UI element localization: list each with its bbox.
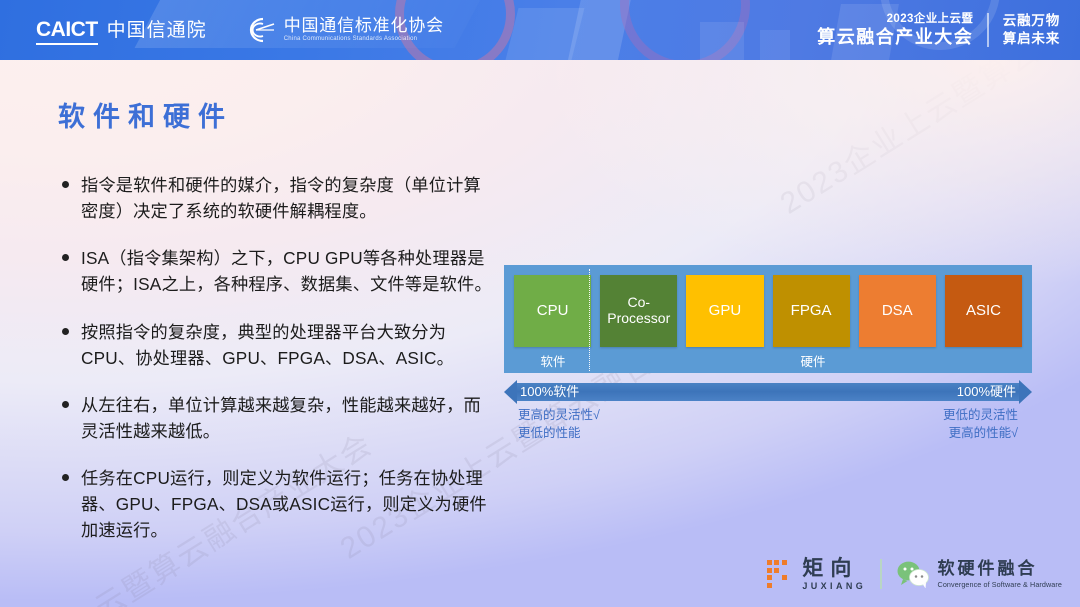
conference-title: 算云融合产业大会 xyxy=(817,26,974,47)
processor-box-cpu: CPU xyxy=(514,275,592,347)
bullet-dot-icon xyxy=(62,181,69,188)
arrow-right-tip-icon xyxy=(1019,380,1032,404)
processor-label: ASIC xyxy=(965,301,1001,319)
bullet-text: 任务在CPU运行，则定义为软件运行；任务在协处理器、GPU、FPGA、DSA或A… xyxy=(81,468,487,541)
juxiang-name-en: JUXIANG xyxy=(802,580,867,591)
list-item: 从左往右，单位计算越来越复杂，性能越来越好，而灵活性越来越低。 xyxy=(62,392,494,444)
bullet-text: 指令是软件和硬件的媒介，指令的复杂度（单位计算密度）决定了系统的软硬件解耦程度。 xyxy=(81,175,481,222)
slide-canvas: 2023企业上云暨算云融合产业大会 2023企业上云暨算云融合产业大会 2023… xyxy=(0,0,1080,607)
footer-logos: 矩向 JUXIANG 软硬件融合 Convergence of Software… xyxy=(766,551,1062,597)
list-item: ISA（指令集架构）之下，CPU GPU等各种处理器是硬件；ISA之上，各种程序… xyxy=(62,245,494,297)
group-label-software: 软件 xyxy=(540,354,566,369)
arrow-left-tip-icon xyxy=(504,380,517,404)
processor-box-coprocessor: Co-Processor xyxy=(600,275,678,347)
ccsa-name-en: China Communications Standards Associati… xyxy=(283,36,418,43)
spectrum-annotations: 更高的灵活性√ 更低的性能 更低的灵活性 更高的性能√ xyxy=(504,407,1032,443)
bullet-text: 按照指令的复杂度，典型的处理器平台大致分为CPU、协处理器、GPU、FPGA、D… xyxy=(81,321,455,368)
banner-decoration xyxy=(760,30,790,60)
processor-box-asic: ASIC xyxy=(944,275,1023,347)
ccsa-name-cn: 中国通信标准化协会 xyxy=(283,16,444,36)
processor-box-gpu: GPU xyxy=(686,275,764,347)
caict-acronym: CAICT xyxy=(36,19,98,45)
conference-subtitle: 2023企业上云暨 xyxy=(886,12,974,25)
annotation-right-line-2: 更高的性能√ xyxy=(948,425,1018,440)
diagram-band: CPU Co-Processor GPU FPGA DSA ASIC 软件 硬件 xyxy=(504,265,1032,373)
arrow-label-right: 100%硬件 xyxy=(956,384,1016,399)
arrow-body xyxy=(517,383,1019,401)
processor-box-row: CPU Co-Processor GPU FPGA DSA ASIC xyxy=(514,275,1023,347)
page-title: 软件和硬件 xyxy=(58,102,233,132)
processor-spectrum-diagram: CPU Co-Processor GPU FPGA DSA ASIC 软件 硬件… xyxy=(504,265,1032,443)
annotation-left: 更高的灵活性√ 更低的性能 xyxy=(518,407,600,443)
wechat-name-cn: 软硬件融合 xyxy=(937,558,1038,578)
juxiang-name-cn: 矩向 xyxy=(802,556,859,580)
banner-decoration xyxy=(700,22,744,60)
annotation-right-line-1: 更低的灵活性 xyxy=(942,408,1018,422)
top-banner: CAICT 中国信通院 中国通信标准化协会 China Communicatio… xyxy=(0,0,1080,60)
banner-logos-left: CAICT 中国信通院 中国通信标准化协会 China Communicatio… xyxy=(36,0,444,60)
bullet-dot-icon xyxy=(62,254,69,262)
annotation-left-line-2: 更低的性能 xyxy=(518,425,581,440)
slogan-line-2: 算启未来 xyxy=(1002,31,1060,46)
bullet-list: 指令是软件和硬件的媒介，指令的复杂度（单位计算密度）决定了系统的软硬件解耦程度。… xyxy=(62,172,494,544)
ccsa-logo: 中国通信标准化协会 China Communications Standards… xyxy=(243,15,444,45)
juxiang-grid-icon xyxy=(766,560,795,588)
spectrum-arrow-bar: 100%软件 100%硬件 xyxy=(504,380,1032,404)
wechat-account-logo: 软硬件融合 Convergence of Software & Hardware xyxy=(896,558,1062,589)
group-label-row: 软件 硬件 xyxy=(514,347,1022,373)
processor-box-fpga: FPGA xyxy=(772,275,850,347)
bullet-dot-icon xyxy=(62,400,69,408)
processor-label: FPGA xyxy=(790,301,832,319)
list-item: 任务在CPU运行，则定义为软件运行；任务在协处理器、GPU、FPGA、DSA或A… xyxy=(62,465,494,543)
processor-box-dsa: DSA xyxy=(858,275,936,347)
conference-branding: 2023企业上云暨 算云融合产业大会 云融万物 算启未来 xyxy=(817,0,1060,60)
processor-label: DSA xyxy=(881,301,913,319)
group-label-hardware: 硬件 xyxy=(800,354,826,369)
bullet-dot-icon xyxy=(62,327,69,335)
arrow-label-left: 100%软件 xyxy=(520,384,580,399)
bullet-text: ISA（指令集架构）之下，CPU GPU等各种处理器是硬件；ISA之上，各种程序… xyxy=(81,248,492,295)
banner-divider xyxy=(987,13,989,47)
wechat-icon xyxy=(897,561,929,588)
juxiang-logo: 矩向 JUXIANG xyxy=(766,556,867,591)
footer-divider xyxy=(880,559,882,589)
bullet-text: 从左往右，单位计算越来越复杂，性能越来越好，而灵活性越来越低。 xyxy=(81,394,481,441)
annotation-left-line-1: 更高的灵活性√ xyxy=(518,408,600,422)
wechat-name-en: Convergence of Software & Hardware xyxy=(937,579,1062,589)
caict-logo: CAICT 中国信通院 xyxy=(36,15,207,45)
slogan-line-1: 云融万物 xyxy=(1002,12,1060,28)
processor-label: CPU xyxy=(536,301,569,319)
ccsa-emblem-icon xyxy=(249,17,274,43)
processor-label: GPU xyxy=(708,301,742,319)
annotation-right: 更低的灵活性 更高的性能√ xyxy=(943,407,1018,443)
bullet-dot-icon xyxy=(62,474,69,482)
processor-label: Co-Processor xyxy=(607,294,671,326)
caict-name: 中国信通院 xyxy=(106,20,207,42)
list-item: 按照指令的复杂度，典型的处理器平台大致分为CPU、协处理器、GPU、FPGA、D… xyxy=(62,319,494,371)
list-item: 指令是软件和硬件的媒介，指令的复杂度（单位计算密度）决定了系统的软硬件解耦程度。 xyxy=(62,172,494,224)
